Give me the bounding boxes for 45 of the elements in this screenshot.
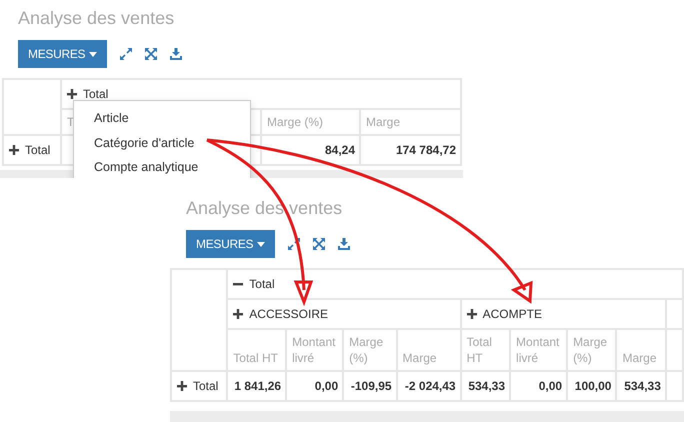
menu-item[interactable]: Catégorie d'article	[74, 130, 250, 155]
measures-button[interactable]: MESURES	[186, 230, 276, 258]
table-cell: 84,24	[261, 135, 360, 165]
table-cell: -2 024,43	[396, 371, 461, 401]
table-cell: 0,00	[510, 371, 568, 401]
table-cell: -109,95	[343, 371, 397, 401]
caret-icon[interactable]	[89, 52, 98, 56]
row-header[interactable]: Total	[171, 371, 228, 401]
plus-icon[interactable]	[9, 145, 19, 155]
measure-header[interactable]: Marge	[616, 329, 666, 371]
measure-header[interactable]: Total HT	[227, 329, 286, 371]
expand-icon[interactable]	[120, 48, 132, 60]
measure-header[interactable]: Marge	[360, 109, 461, 135]
page-title: Analyse des ventes	[186, 197, 344, 220]
measure-header[interactable]: Total HT	[460, 329, 510, 371]
fullscreen-icon[interactable]	[313, 238, 326, 250]
menu-item[interactable]: Compte analytique	[74, 155, 250, 178]
table-cell: 534,33	[616, 371, 666, 401]
plus-icon[interactable]	[233, 309, 244, 319]
expand-icon[interactable]	[288, 238, 300, 250]
measure-header[interactable]: Montant livré	[510, 329, 568, 371]
plus-icon[interactable]	[466, 309, 477, 319]
download-icon[interactable]	[170, 48, 182, 60]
measure-header[interactable]: Marge (%)	[261, 109, 360, 135]
measure-header[interactable]: Montant livré	[286, 329, 344, 371]
caret-icon[interactable]	[257, 242, 266, 246]
menu-item[interactable]: Article	[74, 106, 250, 130]
column-header[interactable]: ACOMPTE	[460, 299, 666, 329]
download-icon[interactable]	[338, 238, 350, 250]
measures-button[interactable]: MESURES	[18, 40, 108, 68]
table-cell: 534,33	[460, 371, 510, 401]
table-cell: 1 841,26	[227, 371, 286, 401]
measure-header[interactable]: Marge	[396, 329, 461, 371]
plus-icon[interactable]	[177, 381, 187, 391]
measure-header[interactable]: Marge (%)	[567, 329, 616, 371]
page-title: Analyse des ventes	[18, 7, 176, 30]
table-cell: 100,00	[567, 371, 616, 401]
fullscreen-icon[interactable]	[145, 48, 158, 60]
column-header[interactable]: ACCESSOIRE	[227, 299, 461, 329]
column-header[interactable]: Total	[227, 269, 683, 299]
table-cell: 174 784,72	[360, 135, 461, 165]
table-cell: 0,00	[286, 371, 344, 401]
plus-icon[interactable]	[67, 89, 77, 99]
measure-header[interactable]: Marge (%)	[343, 329, 397, 371]
row-header[interactable]: Total	[3, 135, 61, 165]
